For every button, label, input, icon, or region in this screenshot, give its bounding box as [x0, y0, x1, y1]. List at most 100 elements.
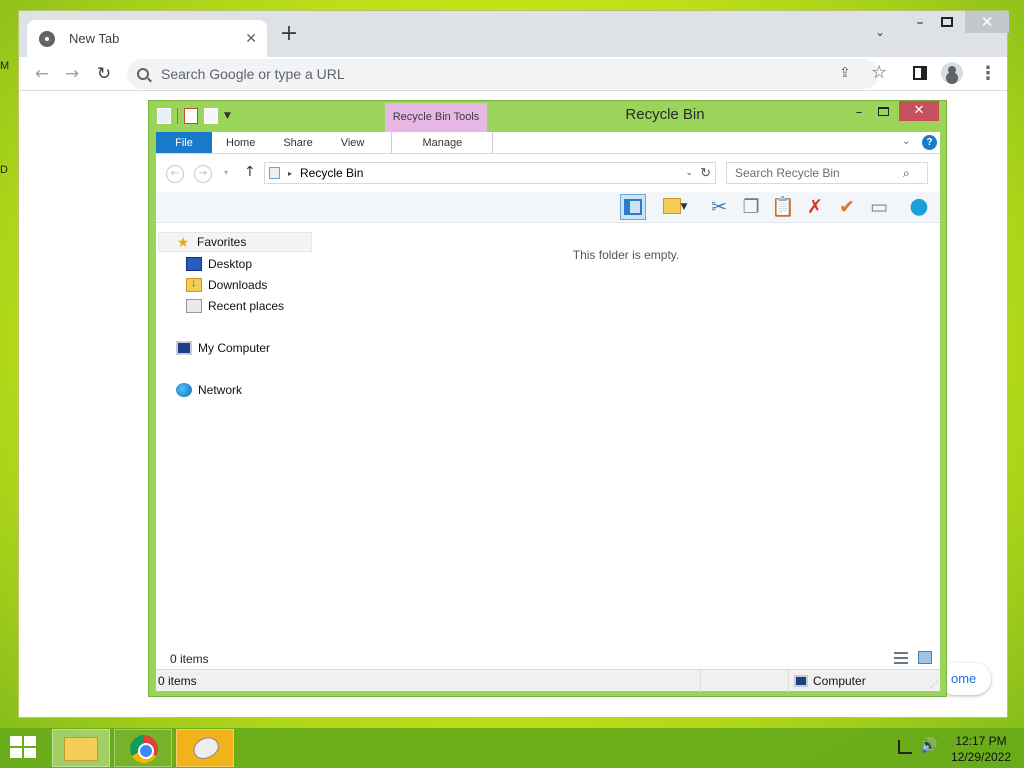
- network-icon: [176, 383, 192, 397]
- sidebar-item-label: My Computer: [198, 341, 271, 355]
- sidebar-item-desktop[interactable]: Desktop: [186, 254, 252, 274]
- rename-button[interactable]: ▭: [866, 194, 892, 220]
- file-explorer-icon: [64, 737, 98, 761]
- back-button[interactable]: ←: [166, 165, 184, 183]
- chrome-toolbar: ← → ↻ ⇪ ☆ ⋮: [19, 57, 1007, 91]
- status-divider: [700, 670, 701, 692]
- chrome-favicon-icon: [39, 30, 55, 47]
- network-status-icon[interactable]: [898, 740, 912, 754]
- sidebar-item-recent-places[interactable]: Recent places: [186, 296, 284, 316]
- maximize-button[interactable]: [941, 17, 953, 27]
- sidebar-item-label: Desktop: [208, 257, 253, 271]
- sidebar-item-favorites[interactable]: ★ Favorites: [158, 232, 312, 252]
- tab-home[interactable]: Home: [212, 132, 269, 153]
- tab-search-icon[interactable]: ⌄: [875, 25, 885, 39]
- preview-pane-button[interactable]: [620, 194, 646, 220]
- desktop-icon-label-fragment: M: [0, 60, 10, 72]
- recycle-bin-window: ▼ Recycle Bin Tools Recycle Bin – ✕ File…: [148, 100, 947, 697]
- recycle-bin-tools-header: Recycle Bin Tools: [385, 103, 487, 132]
- command-bar: ▼ ✂ ❐ 📋 ✗ ✔ ▭ ●: [156, 192, 940, 223]
- sidebar-item-label: Favorites: [197, 235, 247, 249]
- start-button[interactable]: [10, 736, 38, 760]
- recent-locations-dropdown[interactable]: ▾: [224, 168, 228, 177]
- windows-logo-icon: [10, 748, 22, 758]
- status-item-count: 0 items: [158, 674, 197, 688]
- paste-button[interactable]: 📋: [770, 194, 796, 220]
- tab-manage[interactable]: Manage: [391, 132, 494, 153]
- chrome-menu-icon[interactable]: ⋮: [979, 63, 997, 84]
- address-dropdown-icon[interactable]: ⌄: [685, 167, 693, 178]
- tab-new-tab[interactable]: New Tab ✕: [27, 20, 267, 57]
- taskbar-mouse-app[interactable]: [176, 729, 234, 767]
- close-window-button[interactable]: ✕: [965, 11, 1009, 33]
- recycle-bin-icon: [157, 108, 171, 124]
- back-button[interactable]: ←: [31, 63, 53, 85]
- breadcrumb-recycle-bin[interactable]: Recycle Bin: [300, 166, 363, 180]
- forward-button[interactable]: →: [194, 165, 212, 183]
- copy-button[interactable]: ❐: [738, 194, 764, 220]
- minimize-button[interactable]: –: [909, 15, 931, 31]
- details-view-icon[interactable]: [894, 652, 908, 664]
- clock-time[interactable]: 12:17 PM: [944, 734, 1018, 748]
- clock-date[interactable]: 12/29/2022: [944, 750, 1018, 764]
- maximize-button[interactable]: [878, 107, 889, 116]
- computer-icon: [176, 341, 192, 355]
- expand-ribbon-icon[interactable]: ⌄: [902, 136, 910, 147]
- search-icon[interactable]: ⌕: [903, 166, 910, 181]
- cut-button[interactable]: ✂: [706, 194, 732, 220]
- move-to-folder-button[interactable]: ▼: [658, 194, 692, 220]
- tab-share[interactable]: Share: [269, 132, 326, 153]
- profile-avatar-icon[interactable]: [941, 62, 963, 84]
- search-input[interactable]: [735, 166, 903, 180]
- volume-icon[interactable]: 🔊: [920, 738, 937, 754]
- qat-divider: [177, 108, 178, 124]
- search-box[interactable]: ⌕: [726, 162, 928, 184]
- quick-access-toolbar: ▼: [157, 108, 231, 124]
- delete-button[interactable]: ✗: [802, 194, 828, 220]
- refresh-icon[interactable]: ↻: [700, 165, 711, 181]
- side-panel-icon[interactable]: [913, 66, 927, 80]
- bookmark-star-icon[interactable]: ☆: [871, 62, 887, 83]
- up-button[interactable]: ↑: [244, 164, 256, 180]
- properties-icon[interactable]: [184, 108, 198, 124]
- sidebar-item-downloads[interactable]: Downloads: [186, 275, 267, 295]
- help-icon[interactable]: ?: [922, 135, 937, 150]
- dropdown-arrow-icon: ▼: [680, 202, 688, 212]
- preview-pane-icon: [624, 199, 642, 215]
- sidebar-item-network[interactable]: Network: [176, 380, 242, 400]
- globe-icon[interactable]: ●: [906, 194, 932, 220]
- tab-view[interactable]: View: [327, 132, 379, 153]
- resize-grip-icon[interactable]: ⋰: [930, 680, 938, 689]
- close-tab-icon[interactable]: ✕: [245, 31, 257, 47]
- breadcrumb-separator-icon[interactable]: ▸: [288, 169, 292, 178]
- taskbar-file-explorer[interactable]: [52, 729, 110, 767]
- omnibox[interactable]: [127, 59, 879, 89]
- window-title: Recycle Bin: [625, 106, 705, 123]
- sidebar-item-label: Downloads: [208, 278, 268, 292]
- chrome-tab-strip: New Tab ✕ + ⌄ – ✕: [19, 11, 1009, 57]
- mouse-icon: [189, 733, 223, 763]
- address-bar[interactable]: ▸ Recycle Bin ⌄ ↻: [264, 162, 716, 184]
- large-icons-view-icon[interactable]: [918, 651, 932, 664]
- windows-logo-icon: [10, 736, 22, 746]
- empty-folder-message: This folder is empty.: [572, 248, 680, 262]
- new-folder-icon[interactable]: [204, 108, 218, 124]
- close-window-button[interactable]: ✕: [899, 101, 939, 121]
- minimize-button[interactable]: –: [851, 105, 867, 120]
- explorer-title-bar[interactable]: ▼ Recycle Bin Tools Recycle Bin – ✕: [149, 101, 946, 132]
- computer-icon: [794, 675, 808, 687]
- sidebar-item-my-computer[interactable]: My Computer: [176, 338, 270, 358]
- ribbon-tab-bar: File Home Share View Manage ⌄ ?: [156, 132, 940, 154]
- sidebar-item-label: Recent places: [208, 299, 285, 313]
- desktop-icon-label-fragment: D: [0, 164, 8, 176]
- recent-places-icon: [186, 299, 202, 313]
- reload-button[interactable]: ↻: [93, 63, 115, 85]
- share-icon[interactable]: ⇪: [839, 65, 851, 81]
- tab-file[interactable]: File: [156, 132, 212, 153]
- qat-customize-icon[interactable]: ▼: [224, 111, 231, 121]
- new-tab-button[interactable]: +: [277, 23, 301, 47]
- forward-button[interactable]: →: [61, 63, 83, 85]
- address-input[interactable]: [161, 66, 761, 82]
- apply-button[interactable]: ✔: [834, 194, 860, 220]
- taskbar-chrome[interactable]: [114, 729, 172, 767]
